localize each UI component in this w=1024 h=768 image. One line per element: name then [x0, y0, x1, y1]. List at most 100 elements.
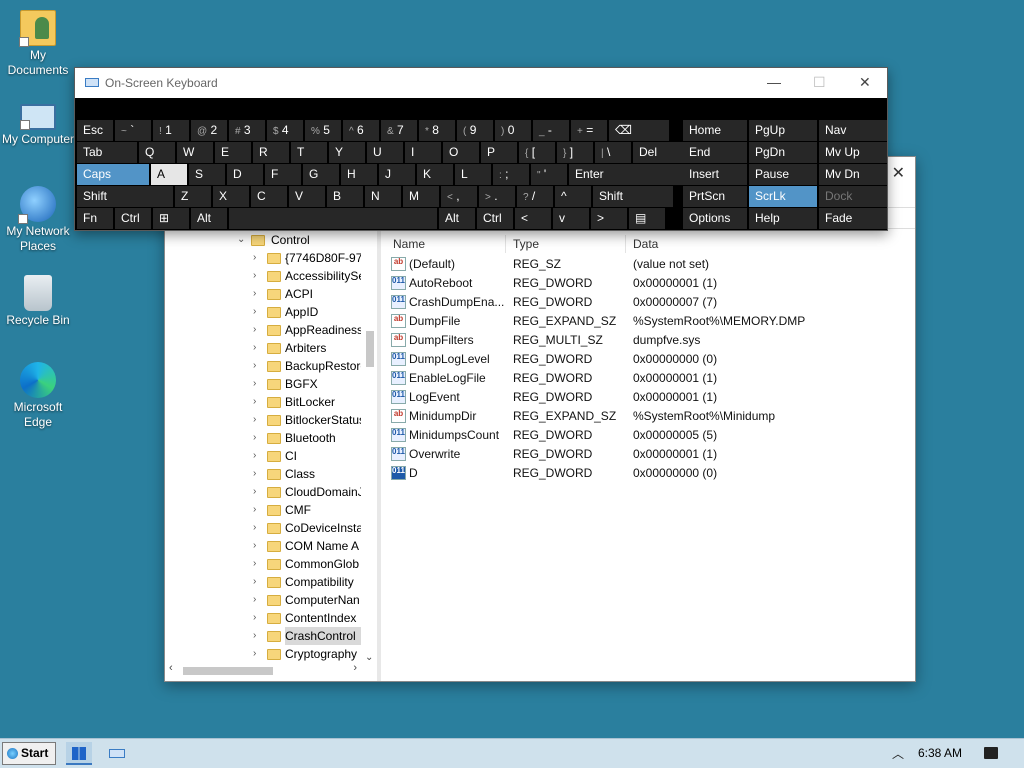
chevron-right-icon[interactable]: › [253, 555, 263, 573]
value-row[interactable]: 011 CrashDumpEna... REG_DWORD 0x00000007 (7… [387, 293, 915, 312]
scrollbar-thumb[interactable] [366, 331, 374, 367]
osk-key[interactable]: } ] [557, 142, 593, 163]
tree-item[interactable]: › BitLocker [165, 393, 375, 411]
osk-key[interactable]: Ctrl [477, 208, 513, 229]
tree-item[interactable]: › CMF [165, 501, 375, 519]
value-row[interactable]: 011 LogEvent REG_DWORD 0x00000001 (1) [387, 388, 915, 407]
osk-key[interactable]: N [365, 186, 401, 207]
osk-key[interactable]: ) 0 [495, 120, 531, 141]
osk-nav-key[interactable]: Fade [819, 208, 887, 229]
taskbar-regedit-button[interactable] [66, 742, 92, 765]
osk-key[interactable]: P [481, 142, 517, 163]
osk-key[interactable]: | \ [595, 142, 631, 163]
osk-key[interactable]: Enter [569, 164, 695, 185]
osk-key[interactable]: D [227, 164, 263, 185]
osk-key[interactable]: _ - [533, 120, 569, 141]
chevron-right-icon[interactable]: › [353, 662, 357, 674]
osk-key[interactable]: Q [139, 142, 175, 163]
value-row[interactable]: 011 DumpLogLevel REG_DWORD 0x00000000 (0) [387, 350, 915, 369]
chevron-right-icon[interactable]: › [253, 483, 263, 501]
chevron-right-icon[interactable]: › [253, 429, 263, 447]
tree-item[interactable]: › CommonGlob [165, 555, 375, 573]
chevron-right-icon[interactable]: › [253, 321, 263, 339]
osk-key[interactable]: # 3 [229, 120, 265, 141]
tree-item[interactable]: › BGFX [165, 375, 375, 393]
osk-key[interactable]: @ 2 [191, 120, 227, 141]
osk-key[interactable]: S [189, 164, 225, 185]
taskbar-osk-button[interactable] [104, 742, 130, 765]
osk-key[interactable]: $ 4 [267, 120, 303, 141]
osk-key[interactable]: O [443, 142, 479, 163]
osk-key[interactable]: ? / [517, 186, 553, 207]
osk-nav-key[interactable]: Help [749, 208, 817, 229]
osk-key[interactable]: J [379, 164, 415, 185]
chevron-right-icon[interactable]: › [253, 519, 263, 537]
chevron-right-icon[interactable]: › [253, 573, 263, 591]
osk-key[interactable]: " ' [531, 164, 567, 185]
maximize-icon[interactable]: ☐ [813, 74, 826, 91]
tree-item[interactable]: › Class [165, 465, 375, 483]
osk-key[interactable]: % 5 [305, 120, 341, 141]
chevron-right-icon[interactable]: › [253, 357, 263, 375]
tree-item[interactable]: › AppReadiness [165, 321, 375, 339]
osk-titlebar[interactable]: On-Screen Keyboard — ☐ ✕ [75, 68, 887, 98]
value-row[interactable]: ab DumpFilters REG_MULTI_SZ dumpfve.sys [387, 331, 915, 350]
start-button[interactable]: Start [2, 742, 56, 765]
osk-key[interactable]: Alt [439, 208, 475, 229]
scrollbar-thumb[interactable] [183, 667, 273, 675]
tree-item[interactable]: › Cryptography [165, 645, 375, 663]
chevron-right-icon[interactable]: › [253, 285, 263, 303]
osk-key[interactable]: ^ [555, 186, 591, 207]
chevron-right-icon[interactable]: › [253, 375, 263, 393]
osk-key[interactable]: ▤ [629, 208, 665, 229]
chevron-right-icon[interactable]: › [253, 645, 263, 663]
chevron-up-icon[interactable]: ︿ [892, 745, 904, 762]
osk-nav-key[interactable]: PgUp [749, 120, 817, 141]
tree-vertical-scrollbar[interactable]: ⌄ [363, 231, 377, 663]
osk-key[interactable]: Esc [77, 120, 113, 141]
tree-item[interactable]: › ComputerNan [165, 591, 375, 609]
chevron-right-icon[interactable]: › [253, 249, 263, 267]
osk-key[interactable]: ⊞ [153, 208, 189, 229]
chevron-right-icon[interactable]: › [253, 537, 263, 555]
tree-item[interactable]: › CloudDomainJ [165, 483, 375, 501]
chevron-right-icon[interactable]: › [253, 303, 263, 321]
osk-key[interactable]: ! 1 [153, 120, 189, 141]
osk-nav-key[interactable]: Pause [749, 164, 817, 185]
minimize-icon[interactable]: — [767, 74, 781, 90]
osk-key[interactable]: T [291, 142, 327, 163]
osk-nav-key[interactable]: End [683, 142, 747, 163]
osk-key[interactable]: W [177, 142, 213, 163]
tree-item[interactable]: › ContentIndex [165, 609, 375, 627]
osk-key[interactable]: L [455, 164, 491, 185]
column-header-name[interactable]: Name [393, 237, 425, 251]
osk-key[interactable]: M [403, 186, 439, 207]
osk-key[interactable]: ^ 6 [343, 120, 379, 141]
tree-item[interactable]: › COM Name A [165, 537, 375, 555]
osk-key[interactable]: : ; [493, 164, 529, 185]
osk-key[interactable]: Shift [593, 186, 673, 207]
osk-key[interactable]: Ctrl [115, 208, 151, 229]
osk-key[interactable]: R [253, 142, 289, 163]
tree-item[interactable]: › ACPI [165, 285, 375, 303]
osk-nav-key[interactable]: Nav [819, 120, 887, 141]
chevron-right-icon[interactable]: › [253, 465, 263, 483]
osk-key[interactable]: { [ [519, 142, 555, 163]
osk-nav-key[interactable]: Mv Up [819, 142, 887, 163]
chevron-right-icon[interactable]: › [253, 591, 263, 609]
column-header-data[interactable]: Data [633, 237, 658, 251]
osk-key[interactable]: U [367, 142, 403, 163]
desktop-icon-recycle-bin[interactable]: Recycle Bin [0, 275, 76, 328]
osk-key[interactable]: H [341, 164, 377, 185]
osk-key[interactable]: V [289, 186, 325, 207]
osk-nav-key[interactable]: Mv Dn [819, 164, 887, 185]
osk-key[interactable]: > . [479, 186, 515, 207]
osk-key[interactable]: E [215, 142, 251, 163]
chevron-right-icon[interactable]: › [253, 411, 263, 429]
osk-key[interactable]: C [251, 186, 287, 207]
osk-key[interactable]: Tab [77, 142, 137, 163]
tree-item[interactable]: › AccessibilitySe [165, 267, 375, 285]
osk-key[interactable]: G [303, 164, 339, 185]
value-row[interactable]: 011 D REG_DWORD 0x00000000 (0) [387, 464, 915, 483]
chevron-right-icon[interactable]: › [253, 627, 263, 645]
